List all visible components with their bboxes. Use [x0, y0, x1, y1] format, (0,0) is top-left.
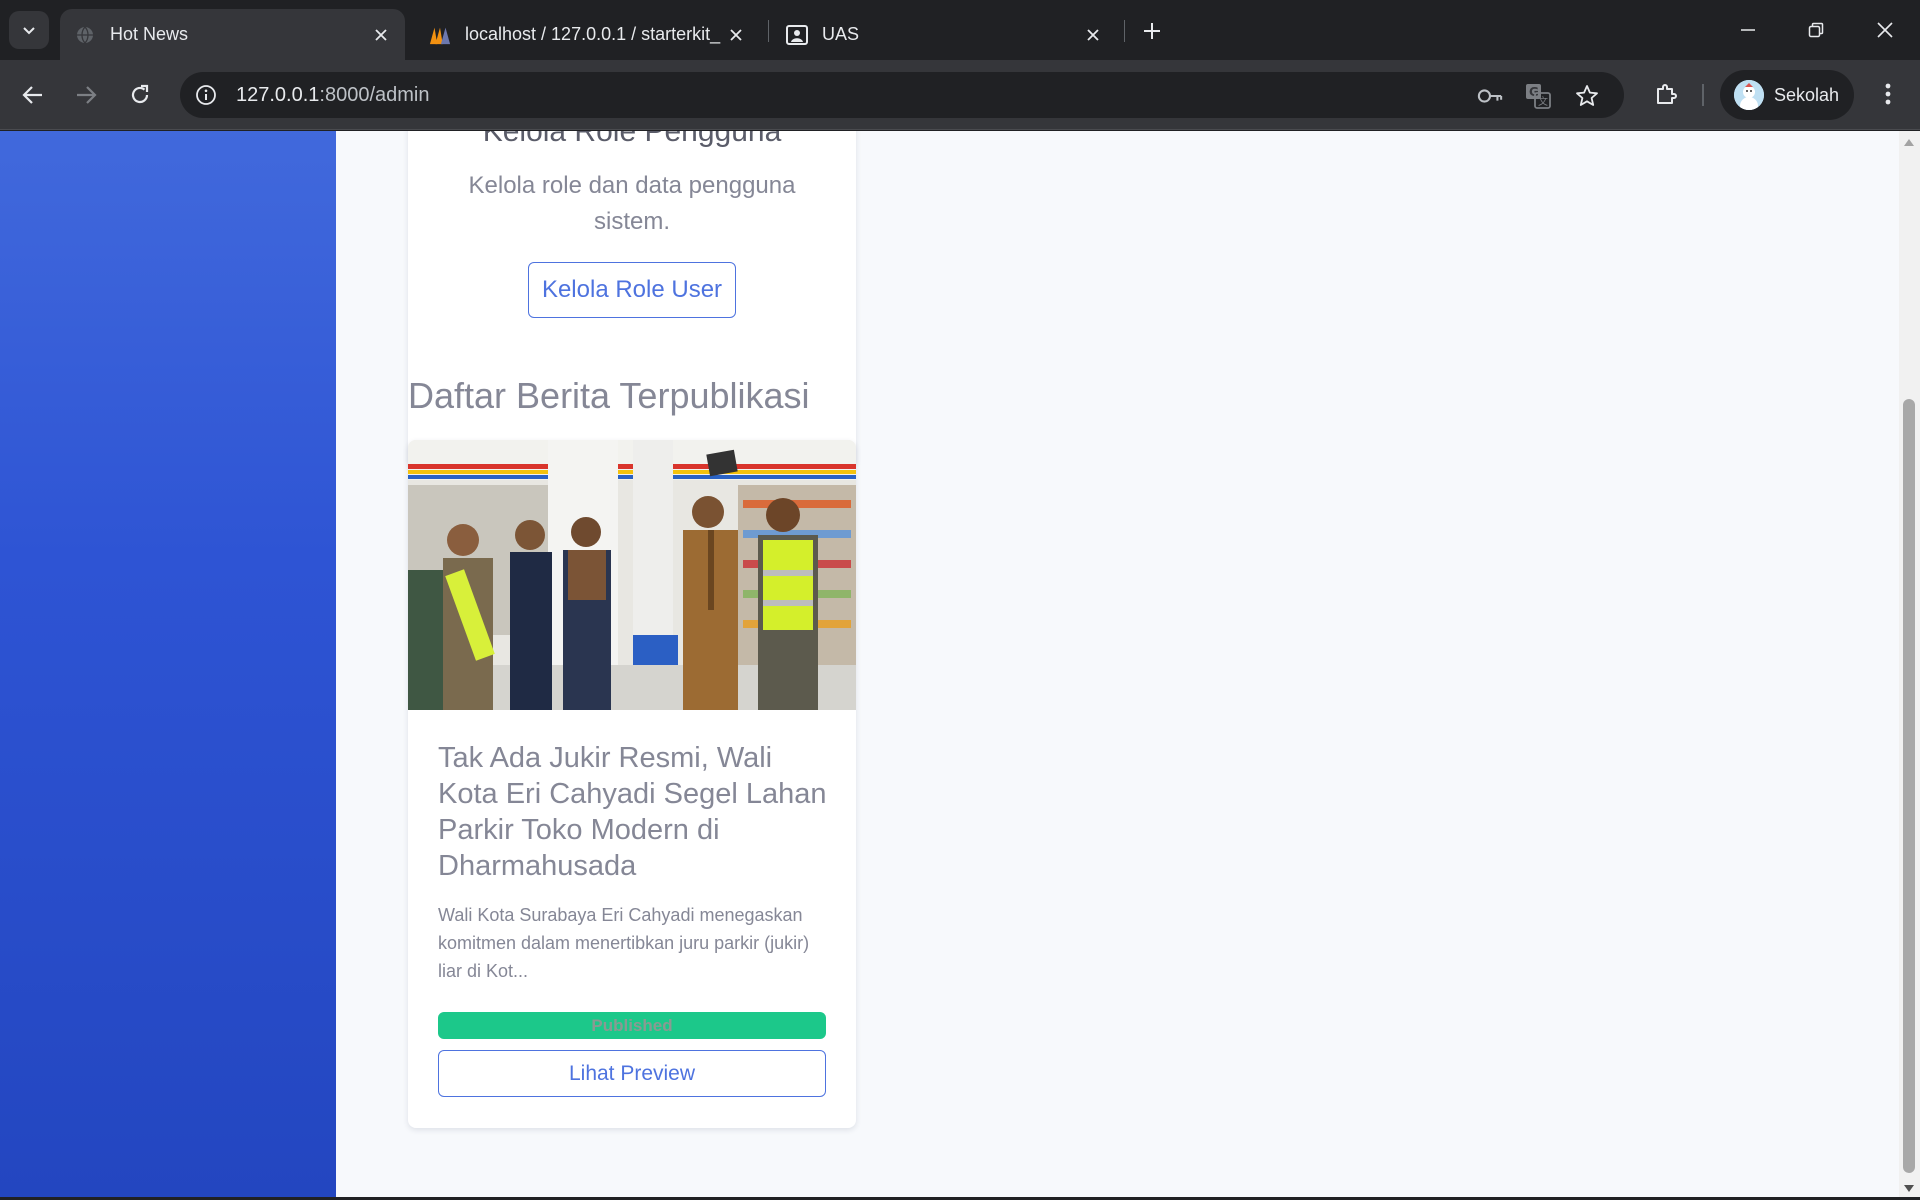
portrait-icon	[786, 24, 808, 46]
vertical-scrollbar[interactable]	[1899, 131, 1920, 1200]
tab-uas[interactable]: UAS	[772, 9, 1117, 60]
close-window-button[interactable]	[1855, 10, 1915, 50]
news-card: Tak Ada Jukir Resmi, Wali Kota Eri Cahya…	[408, 440, 856, 1128]
manage-role-button[interactable]: Kelola Role User	[528, 262, 736, 318]
tab-title: localhost / 127.0.0.1 / starterkit_	[465, 24, 721, 44]
news-excerpt: Wali Kota Surabaya Eri Cahyadi menegaska…	[438, 905, 810, 981]
tab-phpmyadmin[interactable]: localhost / 127.0.0.1 / starterkit_	[415, 9, 760, 60]
url-host: 127.0.0.1	[236, 84, 320, 106]
key-icon[interactable]	[1477, 83, 1503, 109]
restore-button[interactable]	[1786, 10, 1846, 50]
phpmyadmin-icon	[429, 24, 451, 46]
site-info-icon[interactable]	[194, 83, 218, 107]
plus-icon	[1144, 23, 1160, 39]
svg-text:文: 文	[1538, 95, 1548, 108]
restore-icon	[1808, 22, 1824, 38]
translate-icon[interactable]: G文	[1525, 83, 1551, 109]
main-content: Kelola Role Pengguna Kelola role dan dat…	[336, 131, 1899, 1200]
globe-icon	[74, 24, 96, 46]
toolbar-divider	[1702, 84, 1704, 106]
star-icon[interactable]	[1574, 83, 1600, 109]
reload-icon	[131, 84, 149, 104]
tab-title: Hot News	[110, 24, 189, 44]
url-path: :8000/admin	[319, 84, 430, 106]
tab-divider	[1124, 20, 1125, 42]
avatar	[1734, 80, 1764, 110]
preview-button[interactable]: Lihat Preview	[438, 1050, 826, 1097]
browser-menu-button[interactable]	[1870, 76, 1906, 112]
card-description: Kelola role dan data pengguna sistem.	[468, 172, 796, 235]
minimize-button[interactable]	[1718, 10, 1778, 50]
more-vertical-icon	[1885, 83, 1891, 105]
url-text: 127.0.0.1:8000/admin	[236, 84, 430, 107]
back-button[interactable]	[13, 75, 53, 115]
profile-button[interactable]: Sekolah	[1720, 70, 1854, 120]
chevron-down-icon	[23, 27, 35, 35]
extensions-button[interactable]	[1648, 76, 1684, 112]
arrow-left-icon	[22, 86, 42, 104]
minimize-icon	[1741, 29, 1755, 31]
scroll-up-icon[interactable]	[1903, 136, 1915, 148]
tab-hot-news[interactable]: Hot News	[60, 9, 405, 60]
close-icon[interactable]	[1081, 23, 1105, 47]
address-bar[interactable]: 127.0.0.1:8000/admin G文	[180, 72, 1624, 118]
admin-sidebar	[0, 131, 336, 1200]
card-heading: Kelola Role Pengguna	[482, 131, 782, 148]
tab-search-button[interactable]	[9, 11, 49, 49]
tab-title: UAS	[822, 24, 860, 44]
browser-tab-strip: Hot News localhost / 127.0.0.1 / starter…	[0, 0, 1920, 60]
page-viewport: Kelola Role Pengguna Kelola role dan dat…	[0, 131, 1920, 1200]
reload-button[interactable]	[120, 75, 160, 115]
arrow-right-icon	[77, 86, 97, 104]
close-icon	[1877, 22, 1893, 38]
news-photo	[408, 440, 856, 710]
news-title[interactable]: Tak Ada Jukir Resmi, Wali Kota Eri Cahya…	[438, 740, 834, 884]
browser-toolbar: 127.0.0.1:8000/admin G文 Sekolah	[0, 60, 1920, 130]
section-title: Daftar Berita Terpublikasi	[408, 375, 810, 416]
close-icon[interactable]	[369, 23, 393, 47]
scrollbar-thumb[interactable]	[1903, 399, 1915, 1173]
forward-button[interactable]	[66, 75, 106, 115]
new-tab-button[interactable]	[1137, 16, 1167, 46]
tab-divider	[768, 20, 769, 42]
close-icon[interactable]	[724, 23, 748, 47]
profile-name: Sekolah	[1774, 84, 1840, 105]
status-badge: Published	[438, 1012, 826, 1039]
scroll-down-icon[interactable]	[1903, 1183, 1915, 1195]
puzzle-icon	[1657, 84, 1677, 104]
